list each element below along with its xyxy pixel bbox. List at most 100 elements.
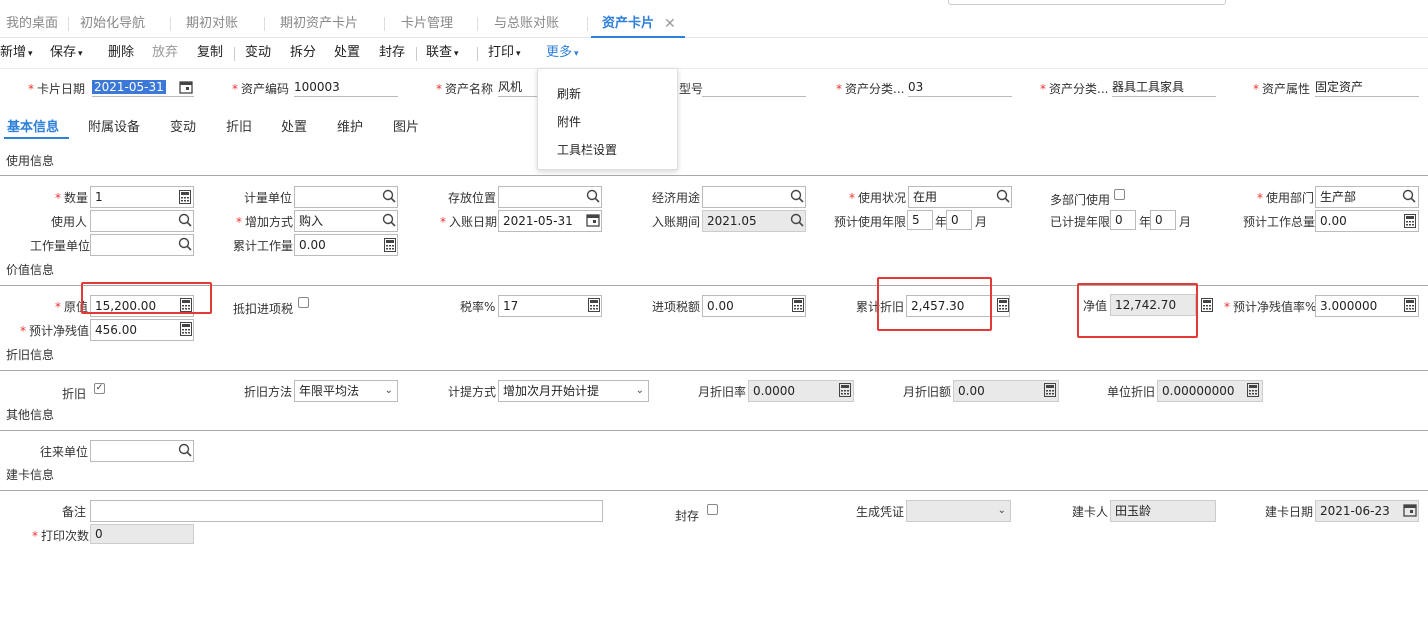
expected-years-field[interactable]: 5 [907, 210, 933, 230]
measure-unit-label: 计量单位 [244, 191, 293, 205]
search-icon[interactable] [585, 188, 601, 204]
tab-init-nav[interactable]: 初始化导航 [80, 10, 145, 38]
calculator-icon[interactable] [1245, 382, 1261, 398]
calculator-icon[interactable] [178, 321, 194, 337]
tab-opening-reconcile[interactable]: 期初对账 [186, 10, 238, 38]
change-button[interactable]: 变动 [245, 39, 271, 69]
section-divider [0, 430, 1428, 431]
more-button[interactable]: 更多 ▾ [546, 39, 579, 69]
search-icon[interactable] [177, 236, 193, 252]
subtab-dispose[interactable]: 处置 [281, 116, 307, 140]
residual-rate-label: * 预计净残值率% [1224, 300, 1317, 314]
highlight-box [81, 282, 212, 314]
calendar-icon[interactable] [178, 79, 194, 95]
subtab-depreciation[interactable]: 折旧 [226, 116, 252, 140]
category-name-field[interactable]: 器具工具家具 [1112, 79, 1216, 97]
subtab-picture[interactable]: 图片 [393, 116, 419, 140]
active-subtab-indicator [4, 137, 69, 139]
work-unit-label: 工作量单位 [30, 239, 91, 253]
menu-item-toolbar-settings[interactable]: 工具栏设置 [557, 141, 617, 158]
add-button[interactable]: 新增 ▾ [0, 39, 33, 69]
dep-method-select[interactable]: 年限平均法 ⌄ [294, 380, 398, 402]
value-section-title: 价值信息 [6, 263, 55, 277]
calculator-icon[interactable] [1199, 297, 1215, 313]
input-tax-label: 进项税额 [652, 300, 701, 314]
search-icon[interactable] [789, 188, 805, 204]
calendar-icon[interactable] [1402, 502, 1418, 518]
tab-my-desktop[interactable]: 我的桌面 [6, 10, 58, 38]
delete-button[interactable]: 删除 [108, 39, 134, 69]
split-button[interactable]: 拆分 [290, 39, 316, 69]
residual-label: * 预计净残值 [20, 324, 90, 338]
calculator-icon[interactable] [1042, 382, 1058, 398]
sealed-checkbox[interactable] [707, 504, 718, 515]
search-icon[interactable] [381, 212, 397, 228]
subtab-change[interactable]: 变动 [170, 116, 196, 140]
dep-method-label: 折旧方法 [244, 385, 293, 399]
calendar-icon[interactable] [585, 212, 601, 228]
chevron-down-icon: ▾ [78, 49, 83, 59]
partner-label: 往来单位 [40, 445, 89, 459]
tab-opening-asset-card[interactable]: 期初资产卡片 [280, 10, 358, 38]
asset-name-label: * 资产名称 [436, 82, 494, 96]
asset-code-field[interactable]: 100003 [294, 79, 398, 97]
global-search-box[interactable] [948, 0, 1226, 5]
cum-work-label: 累计工作量 [233, 239, 294, 253]
calculator-icon[interactable] [995, 297, 1011, 313]
category-code-field[interactable]: 03 [908, 79, 1012, 97]
calculator-icon[interactable] [1402, 297, 1418, 313]
search-icon[interactable] [995, 188, 1011, 204]
subtab-maintenance[interactable]: 维护 [337, 116, 363, 140]
expected-life-label: 预计使用年限 [834, 215, 907, 229]
accrued-years-field[interactable]: 0 [1110, 210, 1136, 230]
highlight-box [1077, 283, 1198, 338]
abandon-button[interactable]: 放弃 [152, 39, 178, 69]
calculator-icon[interactable] [790, 297, 806, 313]
search-icon[interactable] [177, 442, 193, 458]
tab-gl-reconcile[interactable]: 与总账对账 [494, 10, 559, 38]
calculator-icon[interactable] [837, 382, 853, 398]
chevron-down-icon: ▾ [574, 49, 579, 59]
multi-dept-label: 多部门使用 [1050, 193, 1111, 207]
section-divider [0, 285, 1428, 286]
close-tab-icon[interactable]: ✕ [664, 10, 676, 38]
accrued-months-field[interactable]: 0 [1150, 210, 1176, 230]
voucher-select[interactable]: ⌄ [906, 500, 1011, 522]
search-icon[interactable] [1401, 188, 1417, 204]
tab-asset-card[interactable]: 资产卡片 [602, 10, 654, 38]
calc-method-select[interactable]: 增加次月开始计提 ⌄ [498, 380, 649, 402]
search-icon[interactable] [789, 212, 805, 228]
model-field[interactable] [702, 79, 806, 97]
subtab-accessory-equipment[interactable]: 附属设备 [88, 116, 140, 140]
more-dropdown-menu: 刷新 附件 工具栏设置 [537, 68, 678, 170]
calculator-icon[interactable] [1402, 213, 1418, 229]
print-button[interactable]: 打印 ▾ [488, 39, 521, 69]
chevron-down-icon: ▾ [28, 49, 33, 59]
depreciation-checkbox[interactable]: ✓ [94, 383, 105, 394]
tab-card-management[interactable]: 卡片管理 [401, 10, 453, 38]
search-icon[interactable] [381, 188, 397, 204]
month-unit-label: 月 [975, 215, 988, 229]
user-label: 使用人 [51, 215, 88, 229]
copy-button[interactable]: 复制 [197, 39, 223, 69]
calculator-icon[interactable] [586, 297, 602, 313]
asset-name-field[interactable]: 风机 [498, 79, 538, 97]
menu-item-refresh[interactable]: 刷新 [557, 85, 581, 102]
month-rate-label: 月折旧率 [698, 385, 747, 399]
search-icon[interactable] [177, 212, 193, 228]
calculator-icon[interactable] [177, 189, 193, 205]
calc-method-label: 计提方式 [448, 385, 497, 399]
multi-dept-checkbox[interactable] [1114, 189, 1125, 200]
accrued-life-label: 已计提年限 [1050, 215, 1111, 229]
deduct-tax-checkbox[interactable] [298, 297, 309, 308]
link-query-button[interactable]: 联查 ▾ [426, 39, 459, 69]
seal-button[interactable]: 封存 [379, 39, 405, 69]
expected-months-field[interactable]: 0 [946, 210, 972, 230]
remark-field[interactable] [90, 500, 603, 522]
asset-attribute-field[interactable]: 固定资产 [1315, 79, 1419, 97]
save-button[interactable]: 保存 ▾ [50, 39, 83, 69]
menu-item-attachment[interactable]: 附件 [557, 113, 581, 130]
calculator-icon[interactable] [382, 237, 398, 253]
create-date-label: 建卡日期 [1265, 505, 1314, 519]
dispose-button[interactable]: 处置 [334, 39, 360, 69]
